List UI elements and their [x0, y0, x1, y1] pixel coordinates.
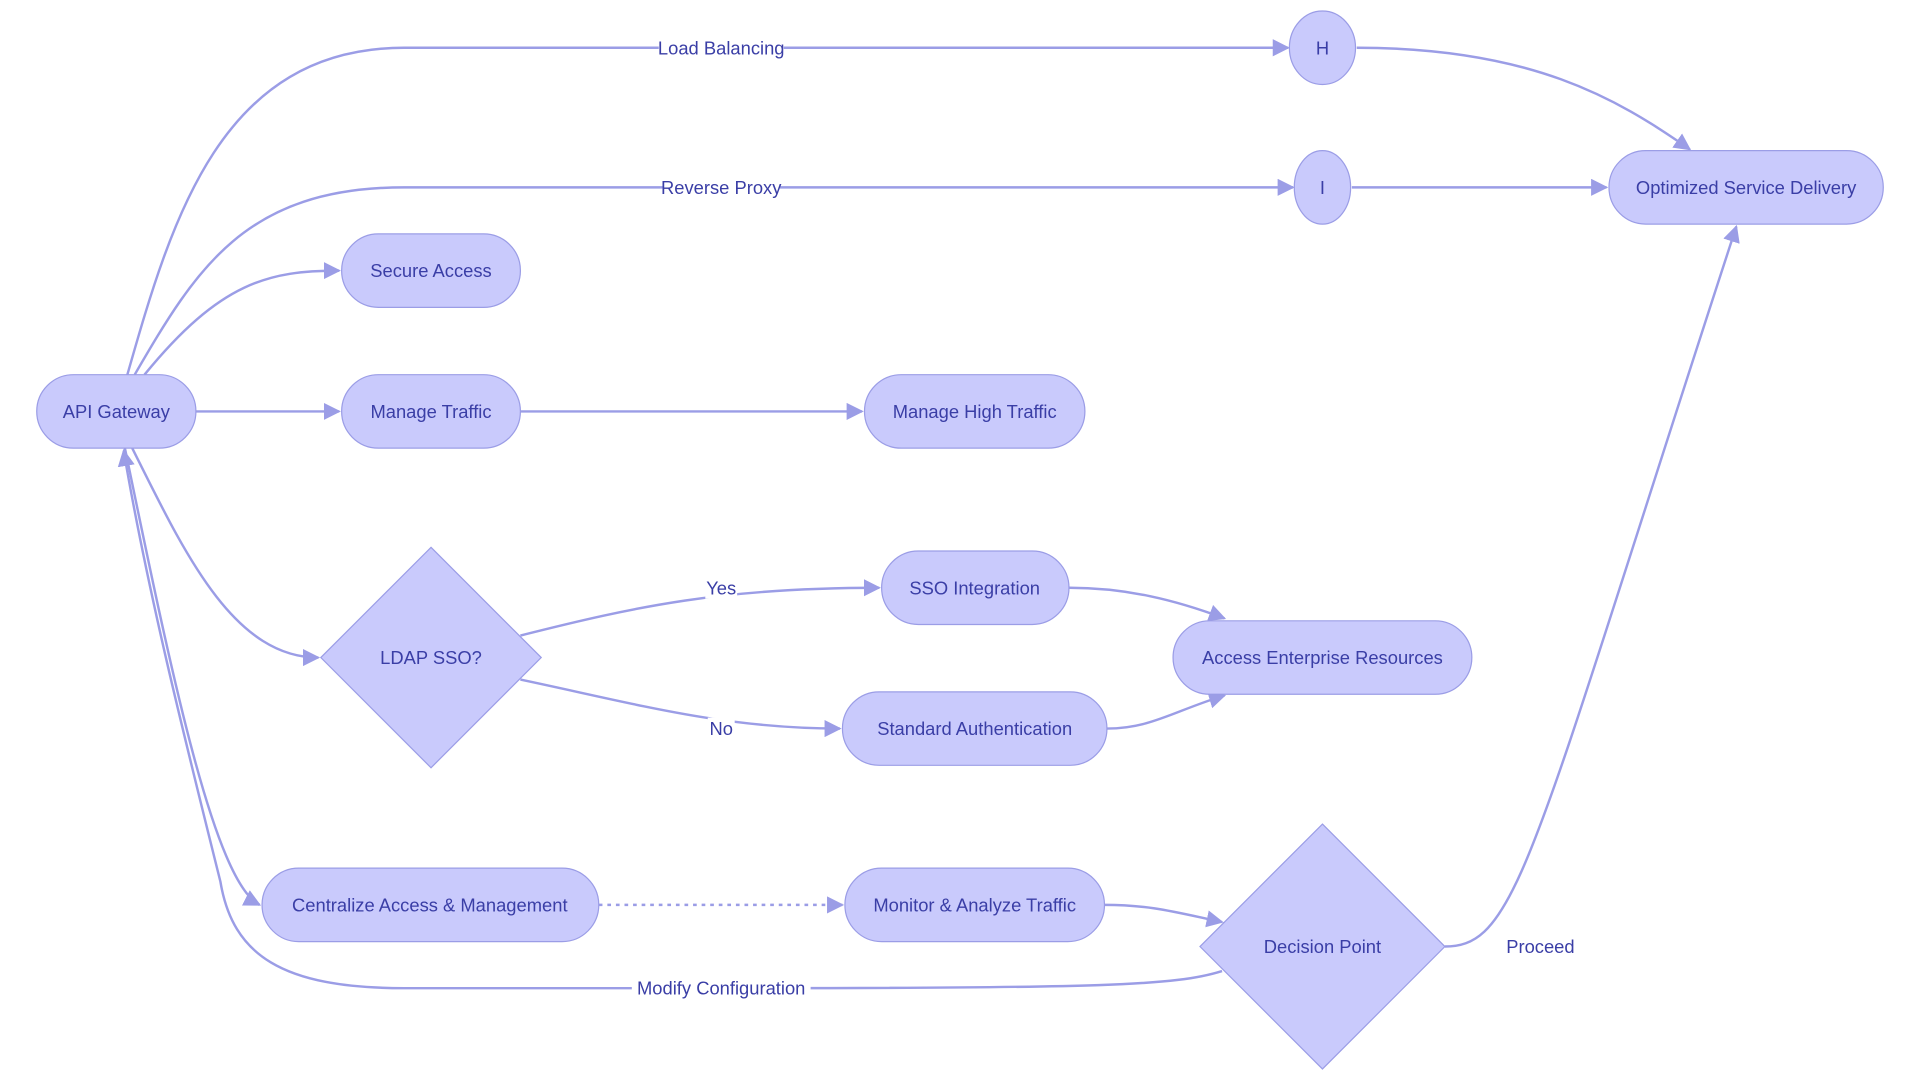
svg-text:I: I	[1320, 177, 1325, 198]
node-monitor-analyze-traffic[interactable]: Monitor & Analyze Traffic	[844, 867, 1106, 943]
edge-api-to-ldap	[131, 447, 321, 667]
node-ldap-sso-decision[interactable]: LDAP SSO?	[319, 546, 543, 769]
edge-api-to-h	[126, 39, 1290, 376]
svg-text:Optimized Service Delivery: Optimized Service Delivery	[1636, 177, 1857, 198]
node-manage-high-traffic[interactable]: Manage High Traffic	[863, 374, 1086, 449]
svg-text:Manage Traffic: Manage Traffic	[370, 401, 491, 422]
edge-api-to-i	[133, 178, 1295, 376]
node-i[interactable]: I	[1293, 150, 1352, 225]
node-decision-point[interactable]: Decision Point	[1199, 823, 1446, 1070]
node-manage-traffic[interactable]: Manage Traffic	[341, 374, 522, 449]
edge-api-to-secure	[143, 262, 341, 376]
label-no: No	[707, 717, 735, 740]
flowchart: Load Balancing Reverse Proxy Yes No Proc…	[36, 10, 1884, 1070]
svg-text:Proceed: Proceed	[1506, 936, 1574, 957]
node-secure-access[interactable]: Secure Access	[341, 233, 522, 308]
edge-ldap-to-sso	[520, 579, 881, 637]
node-h[interactable]: H	[1288, 10, 1357, 86]
svg-text:H: H	[1316, 37, 1329, 58]
svg-text:Manage High Traffic: Manage High Traffic	[893, 401, 1057, 422]
svg-text:Decision Point: Decision Point	[1264, 936, 1381, 957]
edge-std-to-aer	[1106, 691, 1227, 730]
node-centralize-access[interactable]: Centralize Access & Management	[261, 867, 600, 943]
label-proceed: Proceed	[1503, 935, 1578, 958]
svg-text:SSO Integration: SSO Integration	[909, 577, 1040, 598]
svg-text:Standard Authentication: Standard Authentication	[877, 718, 1072, 739]
edge-decision-to-osd	[1444, 224, 1740, 948]
svg-text:No: No	[709, 718, 732, 739]
node-optimized-service-delivery[interactable]: Optimized Service Delivery	[1608, 150, 1884, 225]
label-modify-configuration: Modify Configuration	[631, 977, 811, 1000]
svg-text:Load Balancing: Load Balancing	[658, 37, 785, 58]
edge-api-to-central	[123, 447, 262, 906]
svg-text:Yes: Yes	[706, 577, 736, 598]
node-api-gateway[interactable]: API Gateway	[36, 374, 197, 449]
svg-text:Centralize Access & Management: Centralize Access & Management	[292, 894, 568, 915]
svg-text:Secure Access: Secure Access	[370, 260, 491, 281]
edge-sso-to-aer	[1068, 586, 1227, 621]
edge-ldap-to-std	[520, 678, 842, 738]
label-reverse-proxy: Reverse Proxy	[661, 176, 782, 199]
svg-text:LDAP SSO?: LDAP SSO?	[380, 647, 482, 668]
svg-text:Monitor & Analyze Traffic: Monitor & Analyze Traffic	[873, 894, 1076, 915]
svg-text:Modify Configuration: Modify Configuration	[637, 978, 805, 999]
edge-h-to-osd	[1356, 46, 1692, 151]
svg-text:API Gateway: API Gateway	[63, 401, 171, 422]
svg-text:Reverse Proxy: Reverse Proxy	[661, 177, 782, 198]
svg-text:Access Enterprise Resources: Access Enterprise Resources	[1202, 647, 1443, 668]
label-yes: Yes	[705, 576, 738, 599]
edge-monitor-to-decision	[1104, 903, 1224, 928]
node-access-enterprise-resources[interactable]: Access Enterprise Resources	[1172, 620, 1473, 695]
node-standard-authentication[interactable]: Standard Authentication	[841, 691, 1108, 766]
node-sso-integration[interactable]: SSO Integration	[881, 550, 1070, 626]
label-load-balancing: Load Balancing	[658, 36, 785, 59]
